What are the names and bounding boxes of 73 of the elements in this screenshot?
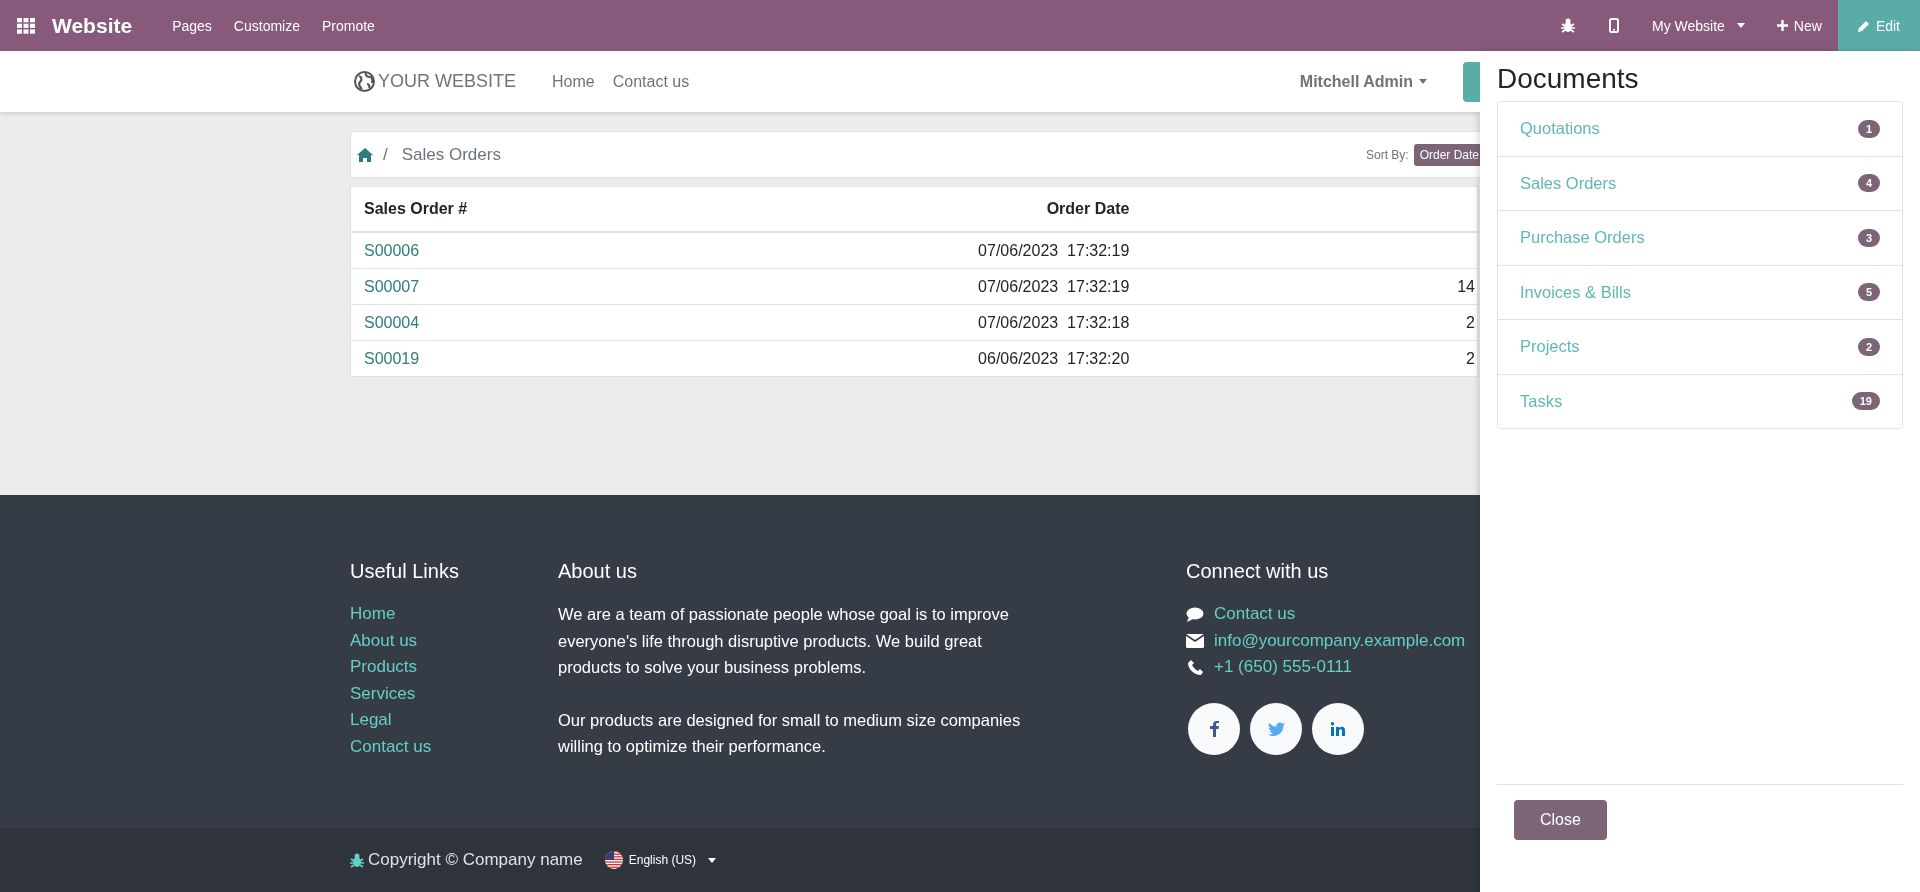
bug-icon [350,852,364,868]
panel-title: Documents [1497,63,1640,95]
contact-link[interactable]: Contact us [1214,601,1296,628]
count-badge: 3 [1857,228,1880,247]
flag-icon [604,851,623,869]
caret-icon [1736,23,1745,28]
social-button[interactable] [1188,702,1240,755]
table-cell: 14 [1457,277,1475,295]
app-name[interactable]: Website [52,13,133,38]
footer-link[interactable]: Legal [350,707,558,734]
order-date: 07/06/2023 17:32:19 [978,277,1130,295]
footer-link[interactable]: Contact us [350,733,558,760]
footer-link[interactable]: About us [350,627,558,654]
breadcrumb-current: Sales Orders [401,144,501,165]
footer-heading: About us [558,560,638,583]
breadcrumb-separator: / [383,144,388,165]
nav-link[interactable]: Home [552,72,595,91]
order-date: 06/06/2023 17:32:20 [978,349,1130,367]
globe-icon [354,71,375,92]
column-header: Sales Order # [350,186,587,232]
linkedin-icon [1331,721,1345,736]
bug-icon [1561,18,1575,33]
footer-heading: Useful Links [350,560,460,583]
website-dropdown[interactable]: My Website [1636,0,1761,51]
footer-link[interactable]: Products [350,654,558,681]
order-link[interactable]: S00006 [364,241,420,259]
site-logo[interactable]: YOUR WEBSITE [378,71,516,92]
count-badge: 19 [1851,392,1880,411]
order-date: 07/06/2023 17:32:18 [978,313,1130,331]
home-icon[interactable] [357,147,373,162]
footer-link[interactable]: Services [350,680,558,707]
sort-dropdown[interactable]: Order Date [1413,143,1480,166]
column-header: Order Date [586,186,1430,232]
facebook-icon [1209,720,1219,737]
menu-item[interactable]: Pages [172,13,212,38]
count-badge: 4 [1857,174,1880,193]
count-badge: 5 [1857,283,1880,302]
order-date: 07/06/2023 17:32:19 [978,241,1130,259]
table-cell: 2 [1466,349,1475,367]
menu-item[interactable]: Customize [233,13,300,38]
new-button[interactable]: New [1760,0,1838,51]
count-badge: 2 [1857,337,1880,356]
pencil-icon [1857,19,1870,32]
order-link[interactable]: S00004 [364,313,420,331]
copyright-text: Copyright © Company name [368,850,583,870]
user-menu[interactable]: Mitchell Admin [1299,72,1427,91]
plus-icon [1776,20,1788,31]
count-badge: 1 [1857,119,1880,138]
nav-link[interactable]: Contact us [612,72,690,91]
about-paragraph: We are a team of passionate people whose goal is to improve everyone's life through disruptive products. We build great products to solve your business problems. [558,604,1010,678]
phone-icon [1187,659,1203,675]
table-cell: 2 [1466,313,1475,331]
order-link[interactable]: S00019 [364,349,420,367]
sort-label: Sort By: [1365,147,1409,162]
mobile-icon[interactable] [1609,18,1619,33]
footer-link[interactable]: Home [350,601,558,628]
order-link[interactable]: S00007 [364,277,420,295]
caret-icon [708,857,717,863]
contact-link[interactable]: +1 (650) 555-0111 [1214,654,1352,681]
social-button[interactable] [1250,702,1302,755]
caret-icon [1419,79,1427,84]
envelope-icon [1186,633,1204,648]
action-button[interactable] [1463,61,1480,102]
menu-item[interactable]: Promote [322,13,375,38]
apps-grid-icon[interactable] [17,17,35,34]
close-button[interactable]: Close [1514,800,1607,840]
chat-bubble-icon [1186,606,1204,622]
contact-link[interactable]: info@yourcompany.example.com [1214,627,1466,654]
bird-icon [1267,721,1285,736]
social-button[interactable] [1312,702,1364,755]
footer-heading: Connect with us [1186,560,1330,583]
about-paragraph: Our products are designed for small to medium size companies willing to optimize their performance. [558,709,1022,757]
language-selector[interactable]: English (US) [604,851,717,869]
